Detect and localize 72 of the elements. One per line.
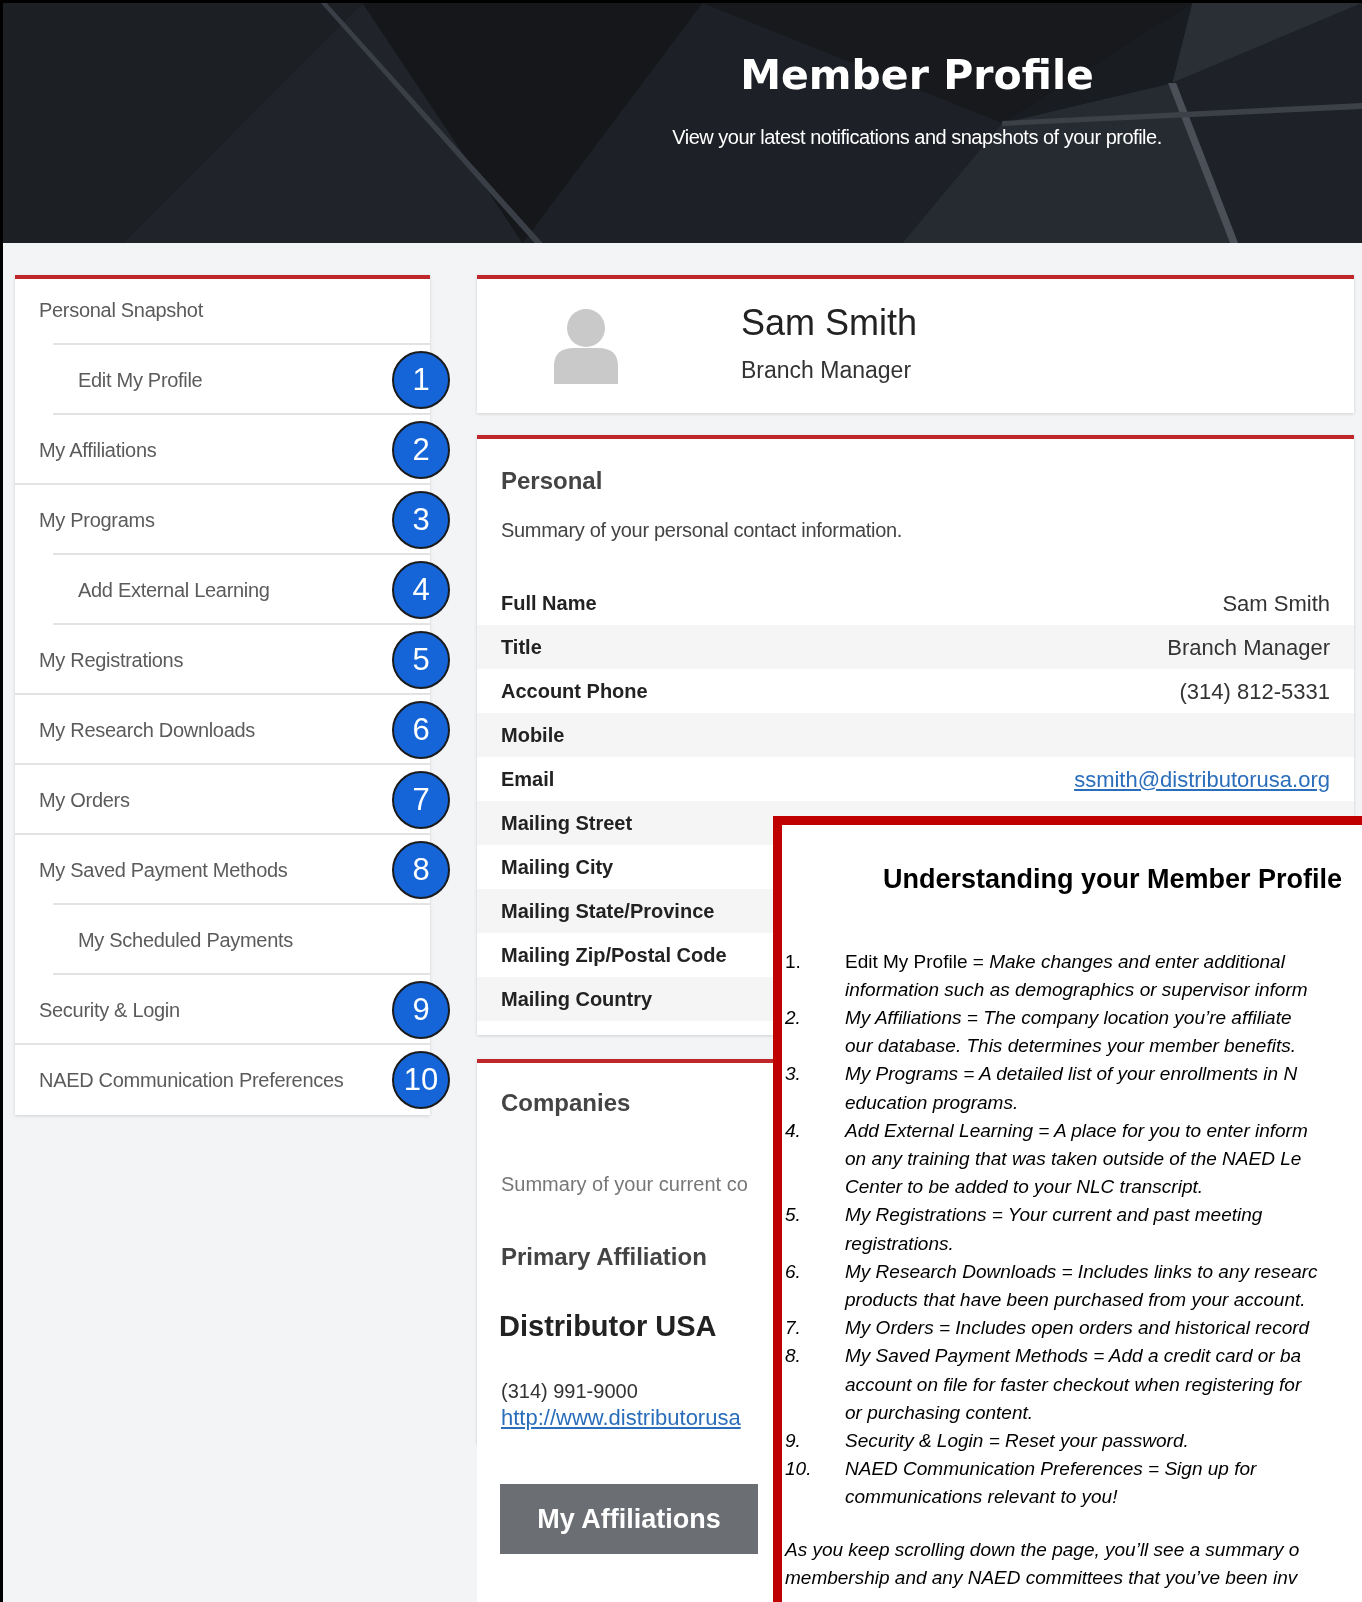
list-text: Add External Learning = A place for you to enter inform on any training that was taken outside of the NAED Le Center to be added to your NLC transcript.: [845, 1118, 1308, 1200]
profile-title: Branch Manager: [741, 355, 913, 385]
company-name: Distributor USA: [499, 1309, 717, 1344]
field-label: Email: [501, 767, 555, 792]
field-label: Mailing State/Province: [501, 899, 715, 924]
sidebar-item[interactable]: Add External Learning: [78, 575, 270, 605]
list-text: My Research Downloads = Includes links to any researc products that have been purchased from your account.: [845, 1259, 1318, 1312]
section-heading: Personal: [501, 466, 604, 496]
sidebar-item[interactable]: Personal Snapshot: [39, 295, 203, 325]
list-text: My Affiliations = The company location you’re affiliate our database. This determines your member benefits.: [845, 1005, 1296, 1059]
list-number: 5.: [784, 1203, 802, 1228]
affiliation-heading: Primary Affiliation: [501, 1242, 707, 1272]
field-label: Mailing Zip/Postal Code: [501, 943, 727, 968]
list-text: My Orders = Includes open orders and historical record: [845, 1316, 1310, 1341]
list-text: Edit My Profile = Make changes and enter additional information such as demographics or supervisor inform: [845, 949, 1308, 1002]
list-number: 10.: [784, 1457, 813, 1482]
avatar-icon: [554, 308, 618, 384]
field-label: Mailing Street: [501, 811, 633, 836]
list-text: Security & Login = Reset your password.: [845, 1428, 1189, 1453]
number-badge: 7: [392, 771, 450, 829]
number-badge: 10: [392, 1051, 450, 1109]
sidebar-item[interactable]: My Affiliations: [39, 435, 157, 465]
email-link[interactable]: ssmith@distributorusa.org: [1074, 762, 1330, 796]
page-title: Member Profile: [740, 55, 1094, 96]
number-badge: 3: [392, 491, 450, 549]
list-text: My Saved Payment Methods = Add a credit card or ba account on file for faster checkout when registering for or purchasing content.: [845, 1344, 1302, 1425]
number-badge: 5: [392, 631, 450, 689]
panel-note: As you keep scrolling down the page, you’ll see a summary o membership and any NAED committees that you’ve been inv: [783, 1537, 1300, 1590]
page-subtitle: View your latest notifications and snapshots of your profile.: [672, 125, 1162, 150]
number-badge: 8: [392, 841, 450, 899]
field-label: Title: [501, 635, 542, 660]
number-badge: 4: [392, 561, 450, 619]
list-number: 3.: [784, 1062, 802, 1087]
field-label: Mailing Country: [501, 987, 653, 1012]
number-badge: 2: [392, 421, 450, 479]
list-number: 2.: [784, 1005, 802, 1030]
number-badge: 6: [392, 701, 450, 759]
list-number: 1.: [784, 949, 802, 974]
field-value: (314) 812-5331: [1179, 677, 1330, 706]
list-number: 7.: [784, 1316, 802, 1341]
sidebar-item[interactable]: Security & Login: [39, 995, 180, 1025]
sidebar-item[interactable]: My Orders: [39, 785, 130, 815]
sidebar-item[interactable]: NAED Communication Preferences: [39, 1065, 344, 1095]
sidebar-item[interactable]: My Research Downloads: [39, 715, 255, 745]
number-badge: 9: [392, 981, 450, 1039]
field-label: Mobile: [501, 723, 565, 748]
field-value: Branch Manager: [1167, 633, 1330, 662]
section-summary: Summary of your personal contact information.: [501, 518, 904, 543]
list-number: 8.: [784, 1344, 802, 1369]
company-phone: (314) 991-9000: [501, 1378, 638, 1404]
list-number: 9.: [784, 1428, 802, 1453]
list-number: 4.: [784, 1118, 802, 1143]
website-link[interactable]: http://www.distributorusa: [501, 1403, 741, 1431]
sidebar-item[interactable]: My Registrations: [39, 645, 184, 675]
number-badge: 1: [392, 351, 450, 409]
section-summary: Summary of your current co: [501, 1172, 748, 1197]
list-text: NAED Communication Preferences = Sign up for communications relevant to you!: [845, 1457, 1257, 1510]
sidebar-item[interactable]: My Saved Payment Methods: [39, 855, 288, 885]
field-label: Account Phone: [501, 679, 648, 704]
list-number: 6.: [784, 1259, 802, 1284]
list-text: My Registrations = Your current and past meeting registrations.: [845, 1203, 1263, 1256]
affiliations-button[interactable]: My Affiliations: [500, 1484, 758, 1554]
sidebar-item[interactable]: Edit My Profile: [78, 365, 203, 395]
section-heading: Companies: [501, 1088, 631, 1118]
field-label: Full Name: [501, 591, 597, 616]
panel-title: Understanding your Member Profile: [883, 863, 1344, 896]
list-text: My Programs = A detailed list of your enrollments in N education programs.: [845, 1062, 1298, 1115]
sidebar-item[interactable]: My Scheduled Payments: [78, 925, 293, 955]
field-label: Mailing City: [501, 855, 614, 880]
sidebar-item[interactable]: My Programs: [39, 505, 155, 535]
field-value: Sam Smith: [1222, 589, 1330, 618]
profile-name: Sam Smith: [741, 304, 918, 341]
